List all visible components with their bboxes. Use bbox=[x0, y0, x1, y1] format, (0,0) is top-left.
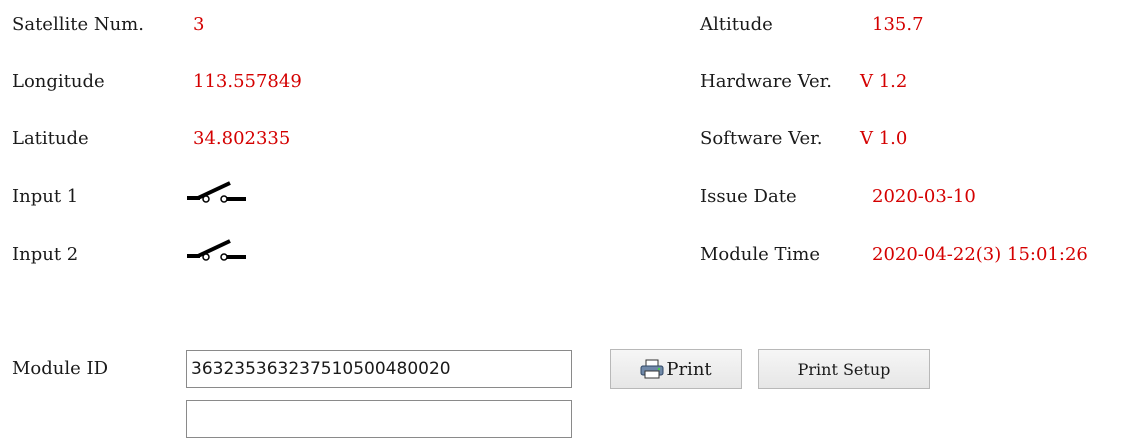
satellite-num-value: 3 bbox=[193, 14, 205, 35]
print-setup-button-label: Print Setup bbox=[797, 359, 891, 379]
module-time-label: Module Time bbox=[700, 244, 820, 265]
longitude-value: 113.557849 bbox=[193, 71, 302, 92]
software-ver-value: V 1.0 bbox=[860, 128, 908, 149]
input-1-label: Input 1 bbox=[12, 186, 79, 207]
switch-open-icon bbox=[187, 181, 246, 203]
issue-date-value: 2020-03-10 bbox=[872, 186, 976, 207]
hardware-ver-label: Hardware Ver. bbox=[700, 71, 833, 92]
latitude-value: 34.802335 bbox=[193, 128, 291, 149]
printer-icon bbox=[640, 359, 664, 379]
hardware-ver-value: V 1.2 bbox=[860, 71, 908, 92]
print-button[interactable]: Print bbox=[610, 349, 742, 389]
latitude-label: Latitude bbox=[12, 128, 89, 149]
altitude-label: Altitude bbox=[700, 14, 773, 35]
longitude-label: Longitude bbox=[12, 71, 105, 92]
module-id-label: Module ID bbox=[12, 358, 109, 379]
issue-date-label: Issue Date bbox=[700, 186, 797, 207]
module-time-value: 2020-04-22(3) 15:01:26 bbox=[872, 244, 1088, 265]
switch-open-icon bbox=[187, 239, 246, 261]
input-2-label: Input 2 bbox=[12, 244, 79, 265]
altitude-value: 135.7 bbox=[872, 14, 924, 35]
second-input-field[interactable] bbox=[186, 400, 572, 438]
print-setup-button[interactable]: Print Setup bbox=[758, 349, 930, 389]
module-id-field[interactable] bbox=[186, 350, 572, 388]
print-button-label: Print bbox=[666, 358, 712, 380]
satellite-num-label: Satellite Num. bbox=[12, 14, 144, 35]
software-ver-label: Software Ver. bbox=[700, 128, 823, 149]
